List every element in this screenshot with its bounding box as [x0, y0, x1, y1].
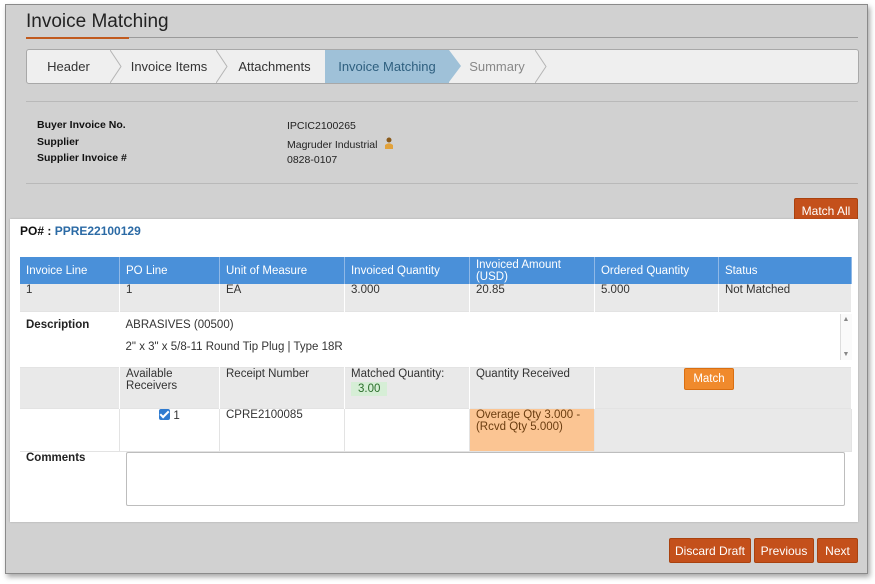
po-heading: PO# : PPRE22100129 — [20, 224, 141, 238]
supplier-invoice-value: 0828-0107 — [287, 154, 338, 166]
receiver-select: 1 — [119, 407, 220, 451]
receiver-filler — [594, 407, 853, 451]
next-button[interactable]: Next — [817, 538, 858, 563]
step-summary[interactable]: Summary — [463, 50, 531, 83]
col-status: Status — [718, 257, 853, 284]
description-code: ABRASIVES (00500) — [125, 318, 234, 331]
cell-invoiced-amount: 20.85 — [469, 284, 595, 311]
receiver-row: 1 CPRE2100085 Overage Qty 3.000 - (Rcvd … — [20, 407, 853, 451]
receipt-number-value: CPRE2100085 — [219, 407, 345, 451]
quantity-received-label: Quantity Received — [469, 366, 595, 408]
info-divider-bottom — [26, 183, 858, 184]
comments-cell — [119, 450, 852, 516]
match-button-cell: Match — [594, 366, 853, 408]
description-content: ABRASIVES (00500) 2" x 3" x 5/8-11 Round… — [119, 310, 852, 367]
receiver-spacer — [20, 407, 121, 451]
comments-row: Comments — [20, 450, 852, 516]
description-text: 2" x 3" x 5/8-11 Round Tip Plug | Type 1… — [125, 340, 343, 353]
page-title: Invoice Matching — [26, 11, 169, 32]
description-scrollbar[interactable]: ▲ ▼ — [839, 313, 852, 360]
table-row: 1 1 EA 3.000 20.85 5.000 Not Matched — [20, 284, 853, 311]
po-label: PO# : — [20, 224, 52, 238]
po-number-link[interactable]: PPRE22100129 — [55, 224, 141, 238]
buyer-invoice-label: Buyer Invoice No. — [37, 119, 126, 131]
cell-ordered-qty: 5.000 — [594, 284, 719, 311]
col-po-line: PO Line — [119, 257, 220, 284]
cell-po-line: 1 — [119, 284, 220, 311]
match-button[interactable]: Match — [684, 367, 734, 390]
invoice-line-table: Invoice Line PO Line Unit of Measure Inv… — [20, 257, 853, 516]
step-attachments[interactable]: Attachments — [228, 50, 321, 83]
receiver-number: 1 — [173, 409, 180, 422]
cell-invoiced-qty: 3.000 — [344, 284, 470, 311]
wizard-steps: Header Invoice Items Attachments Invoice… — [26, 49, 859, 84]
title-underline — [26, 37, 129, 39]
buyer-invoice-value: IPCIC2100265 — [287, 120, 356, 132]
col-ordered-qty: Ordered Quantity — [594, 257, 719, 284]
discard-draft-button[interactable]: Discard Draft — [669, 538, 751, 563]
cell-status: Not Matched — [718, 284, 853, 311]
matched-quantity-value: 3.00 — [350, 381, 388, 396]
supplier-value: Magruder Industrial — [287, 139, 378, 151]
matched-quantity-input-cell[interactable] — [344, 407, 470, 451]
receiver-checkbox[interactable] — [159, 408, 171, 420]
supplier-label: Supplier — [37, 136, 80, 148]
title-divider — [26, 37, 858, 38]
chevron-divider-icon — [216, 50, 228, 83]
description-label: Description — [20, 310, 120, 367]
matched-quantity-cell: Matched Quantity: 3.00 — [344, 366, 470, 408]
scroll-up-icon[interactable]: ▲ — [843, 316, 850, 323]
step-header[interactable]: Header — [27, 50, 110, 83]
scroll-down-icon[interactable]: ▼ — [843, 351, 850, 358]
receipt-number-label: Receipt Number — [219, 366, 345, 408]
info-divider-top — [26, 101, 858, 102]
available-receivers-label: Available Receivers — [119, 366, 220, 408]
receivers-header-row: Available Receivers Receipt Number Match… — [20, 366, 853, 408]
col-invoice-line: Invoice Line — [20, 257, 121, 284]
overage-warning: Overage Qty 3.000 - (Rcvd Qty 5.000) — [469, 407, 595, 451]
col-invoiced-qty: Invoiced Quantity — [344, 257, 470, 284]
col-invoiced-amount: Invoiced Amount (USD) — [469, 257, 595, 284]
matched-quantity-label: Matched Quantity: — [350, 367, 445, 380]
col-uom: Unit of Measure — [219, 257, 345, 284]
supplier-contact-icon[interactable] — [384, 137, 394, 149]
cell-invoice-line: 1 — [20, 284, 121, 311]
po-match-panel: PO# : PPRE22100129 Invoice Line PO Line … — [10, 219, 858, 522]
chevron-divider-icon — [110, 50, 122, 83]
description-row: Description ABRASIVES (00500) 2" x 3" x … — [20, 310, 852, 367]
previous-button[interactable]: Previous — [754, 538, 814, 563]
supplier-field: Magruder Industrial — [287, 137, 394, 151]
cell-uom: EA — [219, 284, 345, 311]
receivers-spacer — [20, 366, 121, 408]
chevron-divider-icon — [535, 50, 547, 83]
step-invoice-matching[interactable]: Invoice Matching — [325, 50, 461, 83]
comments-label: Comments — [20, 450, 120, 516]
supplier-invoice-label: Supplier Invoice # — [37, 152, 127, 164]
comments-textarea[interactable] — [125, 451, 845, 506]
step-invoice-items[interactable]: Invoice Items — [122, 50, 216, 83]
